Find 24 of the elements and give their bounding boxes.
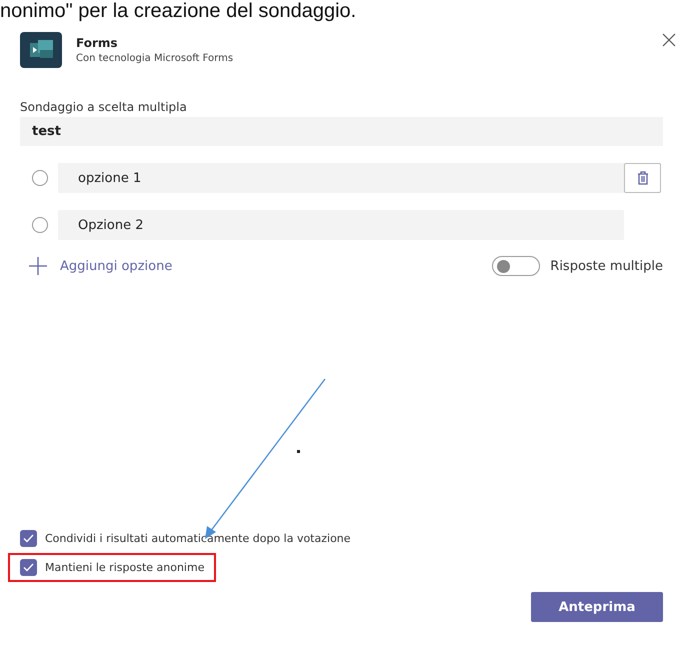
checkbox[interactable]: [20, 530, 37, 547]
option-field[interactable]: opzione 1: [58, 163, 624, 193]
add-option-link[interactable]: Aggiungi opzione: [28, 256, 172, 276]
app-subtitle: Con tecnologia Microsoft Forms: [76, 53, 234, 64]
app-name: Forms: [76, 36, 119, 50]
radio-button[interactable]: [32, 170, 48, 186]
radio-button[interactable]: [32, 217, 48, 233]
checkmark-icon: [23, 534, 34, 543]
plus-icon: [28, 256, 48, 276]
dot-mark: [297, 450, 300, 453]
checkmark-icon: [23, 563, 34, 572]
forms-logo-icon: [20, 32, 62, 68]
checkbox[interactable]: [20, 559, 37, 576]
close-icon[interactable]: [661, 32, 677, 48]
question-field[interactable]: test: [20, 117, 663, 146]
toggle-label: Risposte multiple: [550, 258, 663, 274]
question-label: Sondaggio a scelta multipla: [20, 100, 188, 114]
caption-text: nonimo" per la creazione del sondaggio.: [0, 0, 356, 22]
toggle-switch[interactable]: [492, 256, 540, 276]
checkbox-label: Mantieni le risposte anonime: [45, 561, 204, 574]
preview-button[interactable]: Anteprima: [531, 592, 663, 622]
delete-icon[interactable]: [624, 163, 661, 193]
checkbox-label: Condividi i risultati automaticamente dopo la votazione: [45, 532, 351, 545]
option-field[interactable]: Opzione 2: [58, 210, 624, 240]
